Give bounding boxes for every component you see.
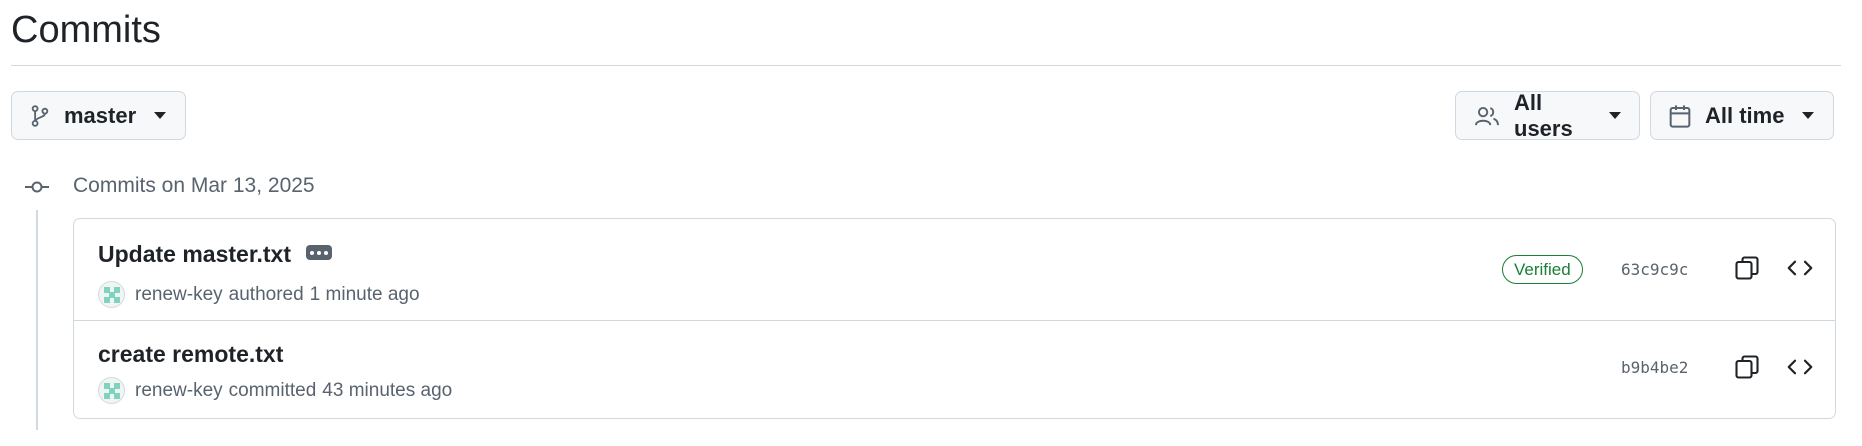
avatar[interactable] <box>98 281 125 308</box>
copy-sha-button[interactable] <box>1732 253 1762 283</box>
users-filter-button[interactable]: All users <box>1455 89 1640 141</box>
copy-icon <box>1735 355 1759 379</box>
timeline-line <box>36 210 38 430</box>
commit-message-link[interactable]: Update master.txt <box>98 241 291 268</box>
branch-selector-button[interactable]: master <box>11 91 186 140</box>
commit-action: authored <box>228 283 304 305</box>
git-branch-icon <box>31 104 49 127</box>
commit-sha-link[interactable]: b9b4be2 <box>1621 358 1688 377</box>
commit-list: Update master.txt renew-key authored 1 m… <box>73 218 1836 419</box>
commit-row: create remote.txt renew-key committed 43… <box>74 321 1835 418</box>
time-filter-label: All time <box>1705 102 1785 128</box>
users-filter-label: All users <box>1514 89 1573 141</box>
copy-sha-button[interactable] <box>1732 352 1762 382</box>
commit-message-link[interactable]: create remote.txt <box>98 341 283 368</box>
chevron-down-icon <box>1802 112 1815 119</box>
title-divider <box>11 65 1841 66</box>
commit-meta: renew-key committed 43 minutes ago <box>98 377 452 404</box>
code-icon <box>1787 359 1813 375</box>
chevron-down-icon <box>154 112 167 119</box>
commit-group-heading: Commits on Mar 13, 2025 <box>73 174 315 197</box>
commit-meta: renew-key authored 1 minute ago <box>98 281 420 308</box>
commit-time: 43 minutes ago <box>322 379 453 401</box>
commit-time: 1 minute ago <box>309 283 420 305</box>
page-title: Commits <box>11 9 161 51</box>
browse-repo-button[interactable] <box>1785 253 1815 283</box>
calendar-icon <box>1669 104 1691 128</box>
copy-icon <box>1735 256 1759 280</box>
commit-row: Update master.txt renew-key authored 1 m… <box>74 219 1835 321</box>
verified-badge[interactable]: Verified <box>1502 255 1583 284</box>
code-icon <box>1787 260 1813 276</box>
browse-repo-button[interactable] <box>1785 352 1815 382</box>
ellipsis-icon[interactable] <box>306 245 332 260</box>
commit-action: committed <box>228 379 317 401</box>
branch-selector-label: master <box>64 102 137 128</box>
commit-author-link[interactable]: renew-key <box>135 284 223 306</box>
commit-sha-link[interactable]: 63c9c9c <box>1621 260 1688 279</box>
avatar[interactable] <box>98 377 125 404</box>
people-icon <box>1474 106 1500 125</box>
commit-author-link[interactable]: renew-key <box>135 380 223 402</box>
git-commit-icon <box>25 181 49 193</box>
chevron-down-icon <box>1609 112 1621 119</box>
time-filter-button[interactable]: All time <box>1650 91 1834 140</box>
